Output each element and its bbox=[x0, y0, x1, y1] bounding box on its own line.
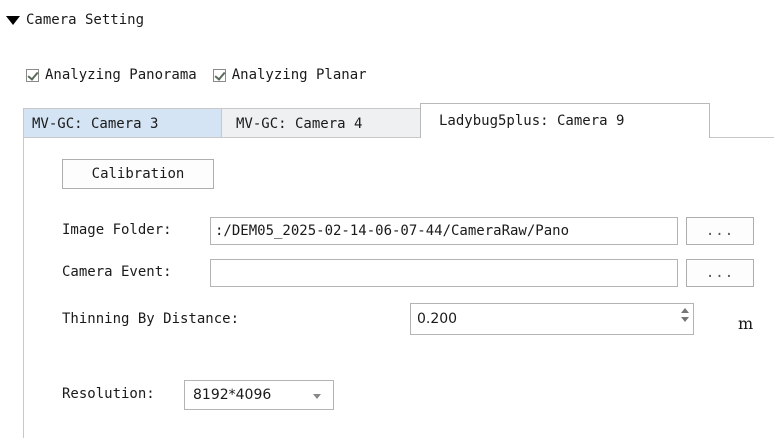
section-header-camera-setting[interactable]: Camera Setting bbox=[6, 12, 144, 28]
camera-event-input[interactable] bbox=[210, 259, 678, 287]
image-folder-label: Image Folder: bbox=[62, 222, 172, 238]
thinning-value: 0.200 bbox=[417, 311, 458, 327]
camera-event-label: Camera Event: bbox=[62, 264, 172, 280]
arrow-up-icon[interactable] bbox=[681, 308, 689, 313]
analyzing-planar-label: Analyzing Planar bbox=[231, 67, 367, 83]
thinning-spinbox[interactable]: 0.200 bbox=[410, 303, 694, 335]
section-title: Camera Setting bbox=[26, 12, 145, 28]
analysis-options: Analyzing Panorama Analyzing Planar bbox=[26, 67, 383, 83]
caret-down-icon[interactable] bbox=[6, 16, 20, 25]
spin-buttons[interactable] bbox=[681, 308, 689, 322]
tab-camera-9[interactable]: Ladybug5plus: Camera 9 bbox=[420, 103, 710, 138]
resolution-label: Resolution: bbox=[62, 386, 155, 402]
analyzing-panorama-label: Analyzing Panorama bbox=[45, 67, 197, 83]
camera-tabs: MV-GC: Camera 3 MV-GC: Camera 4 Ladybug5… bbox=[23, 103, 710, 138]
tab-camera-3[interactable]: MV-GC: Camera 3 bbox=[23, 108, 222, 138]
calibration-button[interactable]: Calibration bbox=[62, 159, 214, 189]
resolution-value: 8192*4096 bbox=[193, 387, 272, 403]
camera-event-browse-button[interactable]: ... bbox=[686, 259, 754, 287]
analyzing-planar-checkbox[interactable]: Analyzing Planar bbox=[212, 67, 367, 83]
checkmark-icon[interactable] bbox=[26, 68, 39, 82]
image-folder-input[interactable]: :/DEM05_2025-02-14-06-07-44/CameraRaw/Pa… bbox=[210, 217, 678, 245]
thinning-label: Thinning By Distance: bbox=[62, 311, 240, 327]
checkmark-icon[interactable] bbox=[212, 68, 226, 82]
arrow-down-icon[interactable] bbox=[681, 317, 689, 322]
resolution-select[interactable]: 8192*4096 bbox=[184, 380, 334, 410]
image-folder-browse-button[interactable]: ... bbox=[686, 217, 754, 245]
analyzing-panorama-checkbox[interactable]: Analyzing Panorama bbox=[26, 67, 197, 83]
chevron-down-icon[interactable] bbox=[313, 394, 321, 399]
tab-camera-4[interactable]: MV-GC: Camera 4 bbox=[221, 108, 421, 138]
thinning-unit: m bbox=[738, 314, 754, 333]
